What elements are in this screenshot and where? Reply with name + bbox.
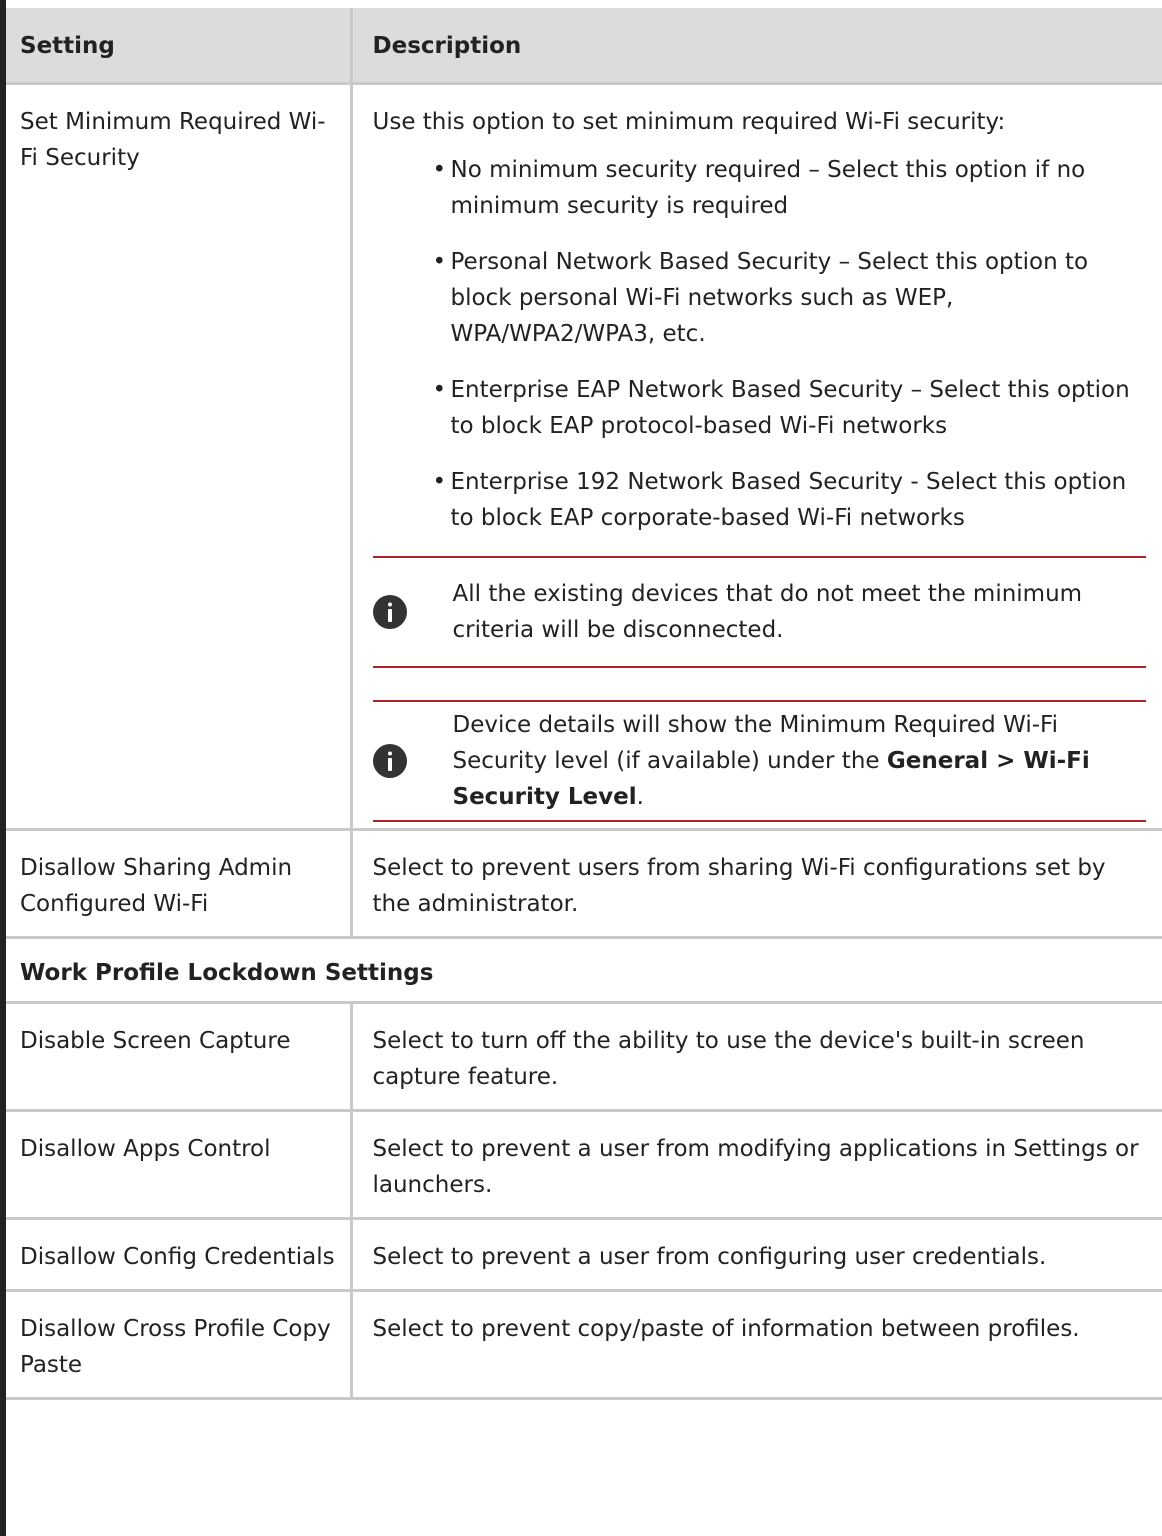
bullet-icon: • [432, 469, 447, 495]
option-text: Enterprise 192 Network Based Security - … [450, 469, 1127, 531]
section-row: Work Profile Lockdown Settings [6, 937, 1162, 1004]
setting-description: Select to prevent a user from configurin… [349, 1218, 1162, 1292]
setting-name: Disallow Apps Control [6, 1110, 351, 1220]
settings-table: Setting Description Set Minimum Required… [6, 8, 1162, 1400]
option-text: Enterprise EAP Network Based Security – … [450, 377, 1130, 439]
table-row: Disable Screen Capture Select to turn of… [6, 1002, 1162, 1112]
table-row: Disallow Config Credentials Select to pr… [6, 1218, 1162, 1292]
setting-description: Select to prevent a user from modifying … [349, 1110, 1162, 1220]
info-icon [372, 595, 453, 629]
description-intro: Use this option to set minimum required … [372, 109, 1006, 135]
note-text: All the existing devices that do not mee… [452, 581, 1083, 643]
info-icon [372, 744, 453, 778]
table-row: Disallow Cross Profile Copy Paste Select… [6, 1290, 1162, 1400]
header-description: Description [349, 8, 1162, 85]
bullet-icon: • [432, 377, 447, 403]
note-callout: All the existing devices that do not mee… [372, 556, 1146, 668]
note-callout: Device details will show the Minimum Req… [372, 700, 1147, 822]
table-header-row: Setting Description [6, 8, 1162, 85]
setting-description: Select to prevent users from sharing Wi-… [349, 829, 1162, 939]
bullet-icon: • [432, 157, 447, 183]
security-options-list: • No minimum security required – Select t… [373, 152, 1147, 536]
list-item: • Personal Network Based Security – Selec… [433, 244, 1147, 352]
note-text: Device details will show the Minimum Req… [453, 707, 1147, 815]
setting-name: Set Minimum Required Wi-Fi Security [6, 83, 351, 831]
list-item: • Enterprise EAP Network Based Security –… [433, 372, 1147, 444]
section-title: Work Profile Lockdown Settings [6, 937, 1162, 1004]
bullet-icon: • [432, 249, 447, 275]
setting-name: Disallow Config Credentials [6, 1218, 351, 1292]
setting-name: Disable Screen Capture [6, 1002, 351, 1112]
note-text-suffix: . [636, 784, 644, 810]
table-row: Set Minimum Required Wi-Fi Security Use … [6, 83, 1162, 831]
setting-description: Use this option to set minimum required … [349, 83, 1162, 831]
option-text: No minimum security required – Select th… [450, 157, 1086, 219]
document-page: Setting Description Set Minimum Required… [0, 0, 1162, 1536]
setting-description: Select to turn off the ability to use th… [349, 1002, 1162, 1112]
list-item: • Enterprise 192 Network Based Security -… [433, 464, 1147, 536]
option-text: Personal Network Based Security – Select… [450, 249, 1089, 347]
table-row: Disallow Apps Control Select to prevent … [6, 1110, 1162, 1220]
setting-description: Select to prevent copy/paste of informat… [349, 1290, 1162, 1400]
header-setting: Setting [6, 8, 351, 85]
list-item: • No minimum security required – Select t… [433, 152, 1147, 224]
table-row: Disallow Sharing Admin Configured Wi-Fi … [6, 829, 1162, 939]
setting-name: Disallow Sharing Admin Configured Wi-Fi [6, 829, 351, 939]
setting-name: Disallow Cross Profile Copy Paste [6, 1290, 351, 1400]
